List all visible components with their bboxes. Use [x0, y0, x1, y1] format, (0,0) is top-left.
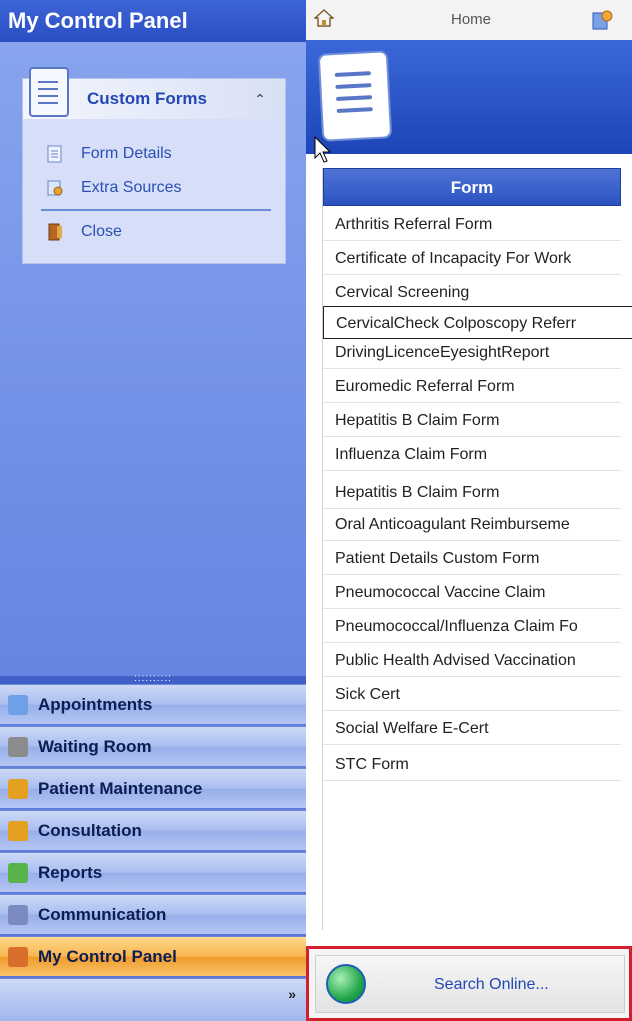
form-details-icon: [47, 145, 62, 163]
appointments-icon: [8, 695, 28, 715]
home-icon[interactable]: [314, 8, 334, 28]
mouse-cursor-icon: [314, 136, 332, 163]
separator: [41, 209, 271, 211]
nav-label: Communication: [38, 905, 167, 924]
custom-forms-icon: [29, 67, 69, 117]
form-row[interactable]: Cervical Screening: [323, 276, 621, 309]
nav-communication[interactable]: Communication: [0, 894, 306, 934]
refresh-icon[interactable]: [590, 8, 614, 32]
panel-splitter[interactable]: ::::::::::: [0, 674, 306, 684]
form-row[interactable]: Oral Anticoagulant Reimburseme: [323, 508, 621, 541]
form-row[interactable]: Hepatitis B Claim Form: [323, 476, 621, 509]
grid-header-form[interactable]: Form: [323, 168, 621, 206]
document-icon: [317, 50, 393, 142]
nav-waiting-room[interactable]: Waiting Room: [0, 726, 306, 766]
extra-sources-label: Extra Sources: [81, 179, 182, 196]
patient-maintenance-icon: [8, 779, 28, 799]
left-panel: My Control Panel Custom Forms ⌃ Form Det…: [0, 0, 306, 1021]
home-label[interactable]: Home: [406, 0, 536, 40]
nav-patient-maintenance[interactable]: Patient Maintenance: [0, 768, 306, 808]
form-row[interactable]: Pneumococcal/Influenza Claim Fo: [323, 610, 621, 643]
form-row[interactable]: Pneumococcal Vaccine Claim: [323, 576, 621, 609]
nav-label: Reports: [38, 863, 103, 882]
control-panel-icon: [8, 947, 28, 967]
nav-label: Patient Maintenance: [38, 779, 203, 798]
chevron-more-icon[interactable]: »: [288, 987, 296, 1001]
nav-reports[interactable]: Reports: [0, 852, 306, 892]
globe-icon: [326, 964, 366, 1004]
form-row[interactable]: Sick Cert: [323, 678, 621, 711]
nav-appointments[interactable]: Appointments: [0, 684, 306, 724]
panel-title: My Control Panel: [0, 0, 306, 42]
communication-icon: [8, 905, 28, 925]
search-online-button[interactable]: Search Online...: [315, 955, 625, 1013]
form-row[interactable]: Euromedic Referral Form: [323, 370, 621, 403]
right-panel: Home Form Arthritis Referral Form Certifi…: [306, 0, 632, 1021]
nav-my-control-panel[interactable]: My Control Panel: [0, 936, 306, 976]
nav-label: Consultation: [38, 821, 142, 840]
custom-forms-group: Custom Forms ⌃ Form Details Extra Source…: [22, 67, 286, 264]
extra-sources-icon: [47, 180, 63, 196]
form-row[interactable]: Arthritis Referral Form: [323, 208, 621, 241]
nav-label: Appointments: [38, 695, 153, 714]
form-row[interactable]: Patient Details Custom Form: [323, 542, 621, 575]
search-online-label: Search Online...: [434, 976, 549, 993]
nav-label: Waiting Room: [38, 737, 152, 756]
close-label: Close: [81, 223, 122, 240]
forms-grid: Form Arthritis Referral Form Certificate …: [322, 168, 632, 930]
form-row[interactable]: Public Health Advised Vaccination: [323, 644, 621, 677]
forms-banner: [306, 40, 632, 154]
form-row[interactable]: Hepatitis B Claim Form: [323, 404, 621, 437]
search-online-area: Search Online...: [306, 946, 632, 1021]
close-door-icon: [48, 223, 62, 241]
nav-label: My Control Panel: [38, 947, 177, 966]
form-row[interactable]: Social Welfare E-Cert: [323, 712, 621, 745]
top-toolbar: Home: [306, 0, 632, 41]
form-row[interactable]: STC Form: [323, 748, 621, 781]
consultation-icon: [8, 821, 28, 841]
form-row[interactable]: CervicalCheck Colposcopy Referr: [323, 306, 632, 339]
reports-icon: [8, 863, 28, 883]
form-row[interactable]: Influenza Claim Form: [323, 438, 621, 471]
collapse-icon[interactable]: ⌃: [249, 88, 271, 110]
nav-overflow-bar: »: [0, 978, 306, 1021]
nav-consultation[interactable]: Consultation: [0, 810, 306, 850]
form-row[interactable]: Certificate of Incapacity For Work: [323, 242, 621, 275]
form-row[interactable]: DrivingLicenceEyesightReport: [323, 336, 621, 369]
waiting-room-icon: [8, 737, 28, 757]
form-details-label: Form Details: [81, 145, 172, 162]
custom-forms-header[interactable]: Custom Forms ⌃: [23, 67, 285, 119]
custom-forms-title: Custom Forms: [87, 89, 207, 108]
